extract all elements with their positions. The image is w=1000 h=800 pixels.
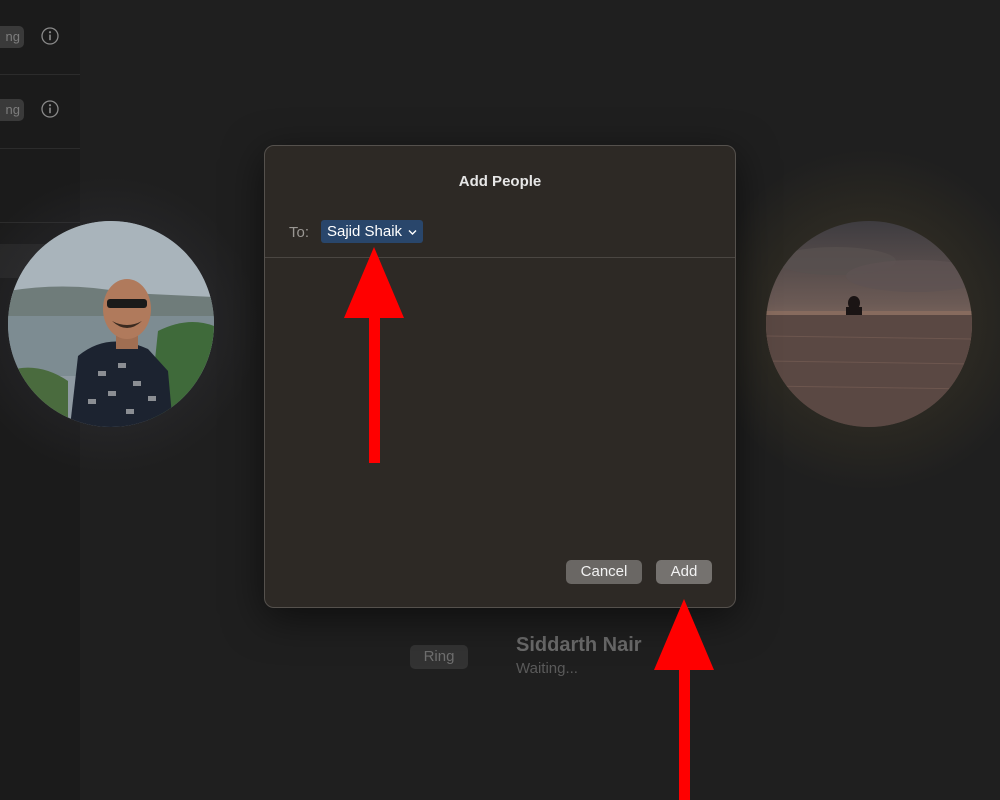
annotation-arrows	[344, 247, 714, 800]
facetime-call-window: ng ng Ring Siddarth Nair Waiting... Add …	[0, 0, 1000, 800]
red-arrow	[654, 599, 714, 800]
red-arrow	[344, 247, 404, 463]
